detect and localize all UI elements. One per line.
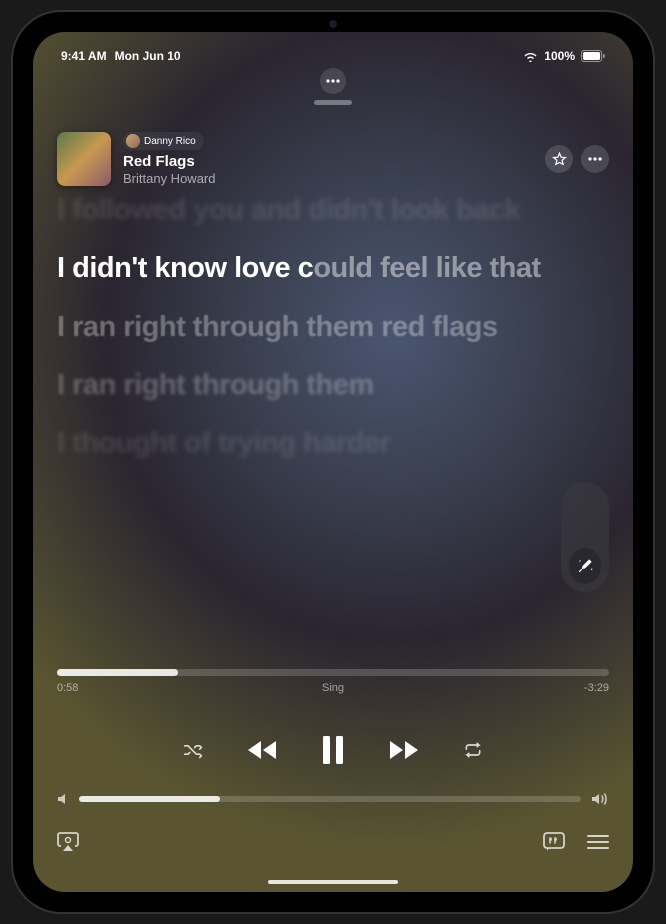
progress-fill [57, 669, 178, 676]
status-bar: 9:41 AM Mon Jun 10 100% [33, 46, 633, 66]
volume-area [57, 792, 609, 806]
contributor-avatar-icon [126, 134, 140, 148]
status-time: 9:41 AM [61, 49, 107, 63]
shuffle-button[interactable] [183, 741, 203, 759]
lyric-line-next2: I ran right through them [57, 367, 609, 403]
volume-slider[interactable] [79, 796, 581, 802]
window-menu-button[interactable] [320, 68, 346, 94]
progress-area: 0:58 Sing -3:29 [57, 669, 609, 694]
pause-button[interactable] [321, 736, 345, 764]
repeat-button[interactable] [463, 741, 483, 759]
volume-high-icon [591, 792, 609, 806]
home-indicator[interactable] [268, 880, 398, 884]
lyric-line-next: I ran right through them red flags [57, 309, 609, 345]
sheet-grabber[interactable] [314, 100, 352, 105]
mic-icon [569, 548, 601, 584]
lyrics-button[interactable] [543, 832, 565, 852]
lyric-sung: I didn't know love c [57, 252, 313, 284]
progress-scrubber[interactable] [57, 669, 609, 676]
rewind-button[interactable] [245, 739, 279, 761]
favorite-button[interactable] [545, 145, 573, 173]
time-elapsed: 0:58 [57, 682, 78, 694]
front-camera [329, 20, 337, 28]
lyric-line-current: I didn't know love could feel like that [57, 250, 609, 286]
battery-percent: 100% [544, 49, 575, 63]
more-button[interactable] [581, 145, 609, 173]
now-playing-header: Danny Rico Red Flags Brittany Howard [57, 132, 609, 187]
contributor-name: Danny Rico [144, 136, 196, 147]
contributor-pill[interactable]: Danny Rico [123, 132, 204, 150]
wifi-icon [523, 51, 538, 62]
time-remaining: -3:29 [584, 682, 609, 694]
volume-fill [79, 796, 220, 802]
forward-button[interactable] [387, 739, 421, 761]
track-info[interactable]: Danny Rico Red Flags Brittany Howard [123, 132, 533, 187]
lyric-line-next3: I thought of trying harder [57, 425, 609, 461]
airplay-button[interactable] [57, 832, 79, 852]
lyrics-view[interactable]: I followed you and didn't look back I di… [57, 192, 609, 612]
screen: 9:41 AM Mon Jun 10 100% [33, 32, 633, 892]
lyric-unsung: ould feel like that [313, 252, 540, 284]
volume-low-icon [57, 792, 69, 806]
status-date: Mon Jun 10 [115, 49, 181, 63]
progress-mode-label: Sing [322, 682, 344, 694]
lyric-line-prev: I followed you and didn't look back [57, 192, 609, 228]
track-title: Red Flags [123, 153, 533, 171]
album-art[interactable] [57, 132, 111, 186]
sing-vocal-slider[interactable] [561, 482, 609, 592]
track-artist: Brittany Howard [123, 171, 533, 187]
bottom-bar [57, 832, 609, 852]
battery-icon [581, 50, 605, 62]
transport-controls [57, 736, 609, 764]
queue-button[interactable] [587, 832, 609, 852]
